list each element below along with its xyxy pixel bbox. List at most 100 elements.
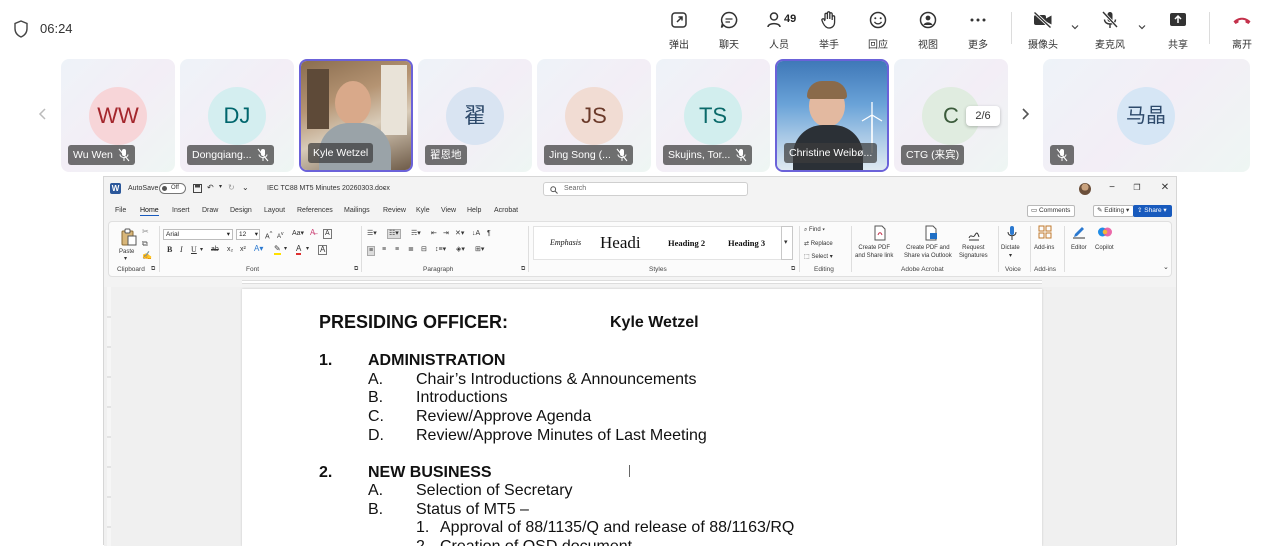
font-launcher-icon[interactable]: ⧉ [354, 266, 358, 273]
clear-format-icon[interactable]: A̶ [310, 229, 315, 237]
collapse-ribbon-chevron-icon[interactable]: ⌄ [1163, 264, 1169, 272]
title-dropdown-chevron-icon[interactable]: ⌄ [382, 184, 387, 191]
copilot-button[interactable]: Copilot [1095, 244, 1114, 252]
text-effects-icon[interactable]: A▾ [254, 245, 263, 253]
shading-icon[interactable]: ◈▾ [456, 246, 465, 254]
strikethrough-icon[interactable]: ab [211, 246, 219, 254]
underline-dropdown-chevron-icon[interactable]: ▾ [200, 246, 203, 254]
copy-icon[interactable]: ⧉ [142, 240, 148, 248]
style-emphasis[interactable]: Emphasis [550, 227, 581, 259]
dictate-button[interactable]: Dictate [1001, 244, 1020, 252]
paste-icon[interactable] [121, 228, 137, 246]
minimize-icon[interactable]: − [1105, 181, 1119, 195]
tab-help[interactable]: Help [467, 207, 481, 214]
participant-tile-skujins[interactable]: TS Skujins, Tor... [656, 59, 770, 172]
participant-tile-zhai[interactable]: 翟 翟恩地 [418, 59, 532, 172]
format-painter-icon[interactable]: ✍ [142, 252, 152, 260]
request-signatures-button[interactable]: Request Signatures [959, 244, 988, 260]
styles-launcher-icon[interactable]: ⧉ [791, 266, 795, 273]
share-button[interactable]: 共享 [1155, 8, 1201, 52]
align-center-icon[interactable]: ≡ [382, 246, 386, 254]
character-border-icon[interactable]: A [323, 229, 332, 239]
find-button[interactable]: ⌕ Find ▾ [804, 226, 825, 234]
participant-tile-christine[interactable]: Christine Weibø... [775, 59, 889, 172]
word-share-button[interactable]: ⇪ Share ▾ [1133, 205, 1172, 217]
style-heading-3[interactable]: Heading 3 [728, 227, 765, 259]
chevron-right-icon[interactable] [1018, 104, 1032, 124]
chevron-left-icon[interactable] [36, 104, 50, 124]
change-case-icon[interactable]: Aa▾ [292, 230, 304, 238]
multilevel-list-icon[interactable]: ☴▾ [411, 230, 421, 238]
font-name-dropdown[interactable]: Arial ▾ [163, 229, 233, 240]
people-button[interactable]: 49 人员 [756, 8, 802, 52]
undo-icon[interactable]: ↶ [207, 183, 214, 192]
align-right-icon[interactable]: ≡ [395, 246, 399, 254]
search-box[interactable]: Search [543, 182, 748, 196]
user-avatar[interactable] [1079, 183, 1091, 195]
create-pdf-outlook-button[interactable]: Create PDF and Share via Outlook [904, 244, 952, 260]
paste-dropdown-chevron-icon[interactable]: ▾ [124, 255, 127, 263]
camera-button[interactable]: 摄像头 [1020, 8, 1066, 52]
decrease-indent-icon[interactable]: ⇤ [431, 230, 437, 238]
tab-layout[interactable]: Layout [264, 207, 285, 214]
restore-icon[interactable]: ❐ [1130, 181, 1144, 195]
camera-options-chevron-icon[interactable] [1070, 22, 1080, 32]
raise-hand-button[interactable]: 举手 [806, 8, 852, 52]
mic-button[interactable]: 麦克风 [1087, 8, 1133, 52]
highlight-dropdown-chevron-icon[interactable]: ▾ [284, 245, 287, 253]
redo-icon[interactable]: ↻ [228, 183, 235, 192]
sort-icon[interactable]: ↓A [472, 230, 480, 238]
asian-layout-icon[interactable]: ✕▾ [455, 230, 464, 238]
close-icon[interactable]: ✕ [1158, 181, 1172, 195]
paragraph-launcher-icon[interactable]: ⧉ [521, 266, 525, 273]
participant-tile-ma-jing[interactable]: 马晶 [1043, 59, 1250, 172]
participant-tile-wu-wen[interactable]: WW Wu Wen [61, 59, 175, 172]
style-heading-2[interactable]: Heading 2 [668, 227, 705, 259]
tab-design[interactable]: Design [230, 207, 252, 214]
shrink-font-icon[interactable]: Av [277, 230, 284, 241]
leave-button[interactable]: 离开 [1219, 8, 1265, 52]
highlight-icon[interactable]: ✎ [274, 245, 281, 255]
font-color-dropdown-chevron-icon[interactable]: ▾ [306, 245, 309, 253]
clipboard-launcher-icon[interactable]: ⧉ [151, 266, 155, 273]
popout-button[interactable]: 弹出 [656, 8, 702, 52]
tab-references[interactable]: References [297, 207, 333, 214]
tab-file[interactable]: File [115, 207, 126, 214]
borders-icon[interactable]: ⊞▾ [475, 246, 484, 254]
bullets-icon[interactable]: ☰▾ [367, 230, 377, 238]
undo-dropdown-chevron-icon[interactable]: ▾ [219, 183, 222, 190]
mic-options-chevron-icon[interactable] [1137, 22, 1147, 32]
style-heading-1[interactable]: Headi [600, 227, 658, 259]
customize-toolbar-chevron-icon[interactable]: ⌄ [242, 183, 249, 192]
save-icon[interactable] [193, 184, 202, 193]
align-left-icon[interactable]: ≡ [367, 246, 376, 256]
document-page[interactable]: PRESIDING OFFICER: Kyle Wetzel 1. ADMINI… [242, 289, 1042, 546]
tab-home[interactable]: Home [140, 207, 159, 216]
font-size-dropdown[interactable]: 12 ▾ [236, 229, 260, 240]
justify-icon[interactable]: ≣ [408, 246, 414, 254]
comments-button[interactable]: ▭ Comments [1027, 205, 1076, 217]
grow-font-icon[interactable]: A^ [265, 230, 272, 241]
participant-tile-jing-song[interactable]: JS Jing Song (... [537, 59, 651, 172]
increase-indent-icon[interactable]: ⇥ [443, 230, 449, 238]
editing-mode-button[interactable]: ✎ Editing ▾ [1093, 205, 1135, 217]
styles-more-button[interactable]: ▾ [781, 226, 793, 260]
document-title[interactable]: IEC TC88 MT5 Minutes 20260303.docx [267, 185, 390, 192]
subscript-icon[interactable]: x₂ [227, 246, 233, 254]
tab-acrobat[interactable]: Acrobat [494, 207, 518, 214]
vertical-ruler[interactable] [107, 287, 111, 546]
bold-icon[interactable]: B [167, 246, 172, 254]
distributed-icon[interactable]: ⊟ [421, 246, 427, 254]
tab-kyle[interactable]: Kyle [416, 207, 430, 214]
tab-view[interactable]: View [441, 207, 456, 214]
italic-icon[interactable]: I [180, 246, 183, 254]
tab-mailings[interactable]: Mailings [344, 207, 370, 214]
dictate-dropdown-chevron-icon[interactable]: ▾ [1009, 252, 1012, 260]
replace-button[interactable]: ⇄ Replace [804, 240, 833, 248]
horizontal-ruler[interactable] [108, 278, 1172, 286]
autosave-toggle[interactable]: Off [159, 183, 186, 194]
participant-tile-dongqiang[interactable]: DJ Dongqiang... [180, 59, 294, 172]
chat-button[interactable]: 聊天 [706, 8, 752, 52]
add-ins-button[interactable]: Add-ins [1034, 244, 1054, 252]
tab-draw[interactable]: Draw [202, 207, 218, 214]
